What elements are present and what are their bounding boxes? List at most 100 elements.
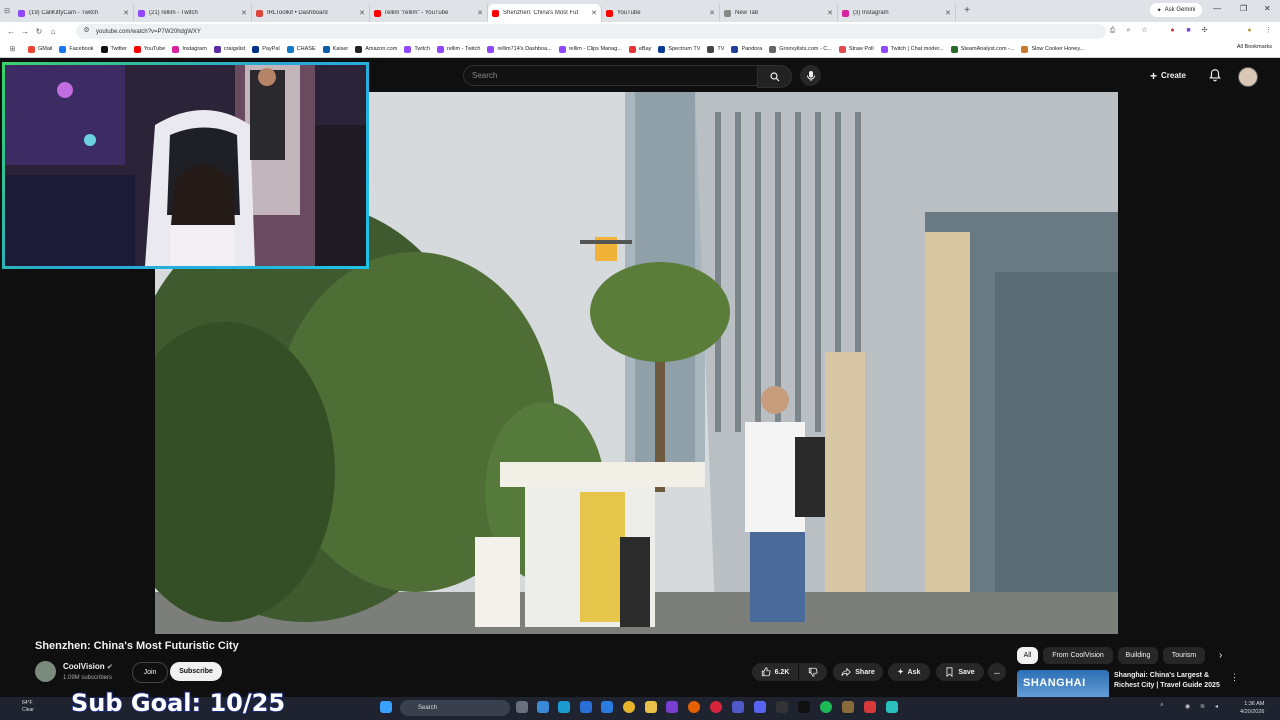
- widgets-icon[interactable]: [537, 701, 549, 713]
- tab-close-icon[interactable]: ✕: [477, 9, 483, 17]
- browser-tab[interactable]: (3) Instagram ✕: [838, 4, 956, 22]
- all-bookmarks-link[interactable]: All Bookmarks: [1237, 44, 1272, 50]
- tab-close-icon[interactable]: ✕: [827, 9, 833, 17]
- opera-icon[interactable]: [710, 701, 722, 713]
- extension-icon[interactable]: ●: [1168, 26, 1177, 35]
- bookmark-item[interactable]: CHASE: [286, 45, 316, 53]
- teams-icon[interactable]: [732, 701, 744, 713]
- site-info-icon[interactable]: ⚙: [82, 26, 91, 35]
- store-icon[interactable]: [580, 701, 592, 713]
- restore-icon[interactable]: ❐: [1240, 4, 1247, 13]
- bookmark-item[interactable]: Amazon.com: [355, 45, 397, 53]
- windows-start-icon[interactable]: [380, 701, 392, 713]
- bell-icon[interactable]: [1208, 68, 1222, 82]
- bookmark-item[interactable]: Instagram: [172, 45, 207, 53]
- browser-tab[interactable]: New Tab ✕: [720, 4, 838, 22]
- tab-close-icon[interactable]: ✕: [241, 9, 247, 17]
- chevron-up-icon[interactable]: ˄: [1160, 703, 1168, 711]
- browser-tab[interactable]: (19) CaliKittyCam - Twitch ✕: [14, 4, 134, 22]
- mail-icon[interactable]: [601, 701, 613, 713]
- close-window-icon[interactable]: ✕: [1264, 4, 1271, 13]
- network-icon[interactable]: ◉: [1185, 703, 1193, 711]
- tab-close-icon[interactable]: ✕: [709, 9, 715, 17]
- share-button[interactable]: Share: [833, 663, 883, 681]
- chip-all[interactable]: All: [1017, 647, 1038, 664]
- dislike-button[interactable]: [799, 663, 827, 681]
- minimize-icon[interactable]: —: [1213, 4, 1221, 13]
- channel-avatar[interactable]: [35, 661, 56, 682]
- search-input[interactable]: Search: [463, 65, 758, 86]
- tab-search-icon[interactable]: ⊟: [0, 7, 14, 15]
- reload-icon[interactable]: ↻: [32, 27, 46, 36]
- edge-icon[interactable]: [558, 701, 570, 713]
- puzzle-icon[interactable]: ✣: [1200, 26, 1209, 35]
- chip-building[interactable]: Building: [1118, 647, 1158, 664]
- system-clock[interactable]: 1:36 AM 4/20/2026: [1240, 700, 1264, 716]
- bookmark-item[interactable]: eBay: [628, 45, 651, 53]
- bookmark-item[interactable]: Straw Poll: [838, 45, 874, 53]
- app-icon[interactable]: [886, 701, 898, 713]
- join-button[interactable]: Join: [132, 662, 168, 683]
- create-button[interactable]: + Create: [1150, 67, 1186, 84]
- bookmark-item[interactable]: Slow Cooker Honey...: [1021, 45, 1084, 53]
- profile-icon[interactable]: ●: [1245, 26, 1254, 35]
- address-bar[interactable]: youtube.com/watch?v=P7W20hdgWXY: [76, 24, 1106, 39]
- browser-tab[interactable]: (21) rellim - Twitch ✕: [134, 4, 252, 22]
- browser-tab[interactable]: Shenzhen: China's Most Fut ✕: [488, 4, 602, 22]
- wifi-icon[interactable]: ≋: [1200, 703, 1208, 711]
- task-view-icon[interactable]: [516, 701, 528, 713]
- spotify-icon[interactable]: [820, 701, 832, 713]
- bookmark-item[interactable]: Groovylists.com - C...: [769, 45, 832, 53]
- more-actions-button[interactable]: ...: [988, 663, 1006, 681]
- bookmark-item[interactable]: Kaiser: [322, 45, 348, 53]
- discord-icon[interactable]: [754, 701, 766, 713]
- voice-search-button[interactable]: [800, 65, 821, 86]
- save-button[interactable]: Save: [936, 663, 984, 681]
- subscribe-button[interactable]: Subscribe: [170, 662, 222, 681]
- browser-tab[interactable]: IRLToolkit • Dashboard ✕: [252, 4, 370, 22]
- search-button[interactable]: [757, 65, 792, 88]
- browser-tab[interactable]: YouTube ✕: [602, 4, 720, 22]
- bookmark-item[interactable]: craigslist: [213, 45, 245, 53]
- file-explorer-icon[interactable]: [645, 701, 657, 713]
- recommended-video-title[interactable]: Shanghai: China's Largest & Richest City…: [1114, 671, 1229, 691]
- ask-gemini-button[interactable]: ✦ Ask Gemini: [1150, 3, 1202, 17]
- tab-close-icon[interactable]: ✕: [591, 9, 597, 17]
- install-icon[interactable]: ⎙: [1108, 26, 1117, 35]
- bookmark-item[interactable]: YouTube: [133, 45, 165, 53]
- taskbar-search[interactable]: Search: [400, 700, 510, 716]
- bookmark-item[interactable]: PayPal: [252, 45, 280, 53]
- chrome-icon[interactable]: [623, 701, 635, 713]
- app-icon[interactable]: [842, 701, 854, 713]
- app-icon[interactable]: [864, 701, 876, 713]
- chip-tourism[interactable]: Tourism: [1163, 647, 1205, 664]
- bookmark-item[interactable]: Twitter: [100, 45, 127, 53]
- account-avatar[interactable]: [1238, 67, 1258, 87]
- tiktok-icon[interactable]: [798, 701, 810, 713]
- firefox-icon[interactable]: [688, 701, 700, 713]
- bookmark-item[interactable]: Spectrum TV: [658, 45, 700, 53]
- home-icon[interactable]: ⌂: [46, 27, 60, 36]
- bookmark-item[interactable]: TV: [707, 45, 724, 53]
- tab-close-icon[interactable]: ✕: [945, 9, 951, 17]
- volume-icon[interactable]: ◂: [1215, 703, 1223, 711]
- apps-icon[interactable]: ⊞: [8, 45, 17, 54]
- star-icon[interactable]: ☆: [1140, 26, 1149, 35]
- extension-icon[interactable]: ■: [1184, 26, 1193, 35]
- new-tab-button[interactable]: +: [960, 4, 974, 18]
- browser-tab[interactable]: rellim "rellim" - YouTube ✕: [370, 4, 488, 22]
- weather-widget[interactable]: 64°F Clear: [10, 700, 34, 714]
- bookmark-item[interactable]: Pandora: [731, 45, 762, 53]
- forward-icon[interactable]: →: [18, 27, 32, 36]
- zoom-icon[interactable]: ⌕: [1124, 26, 1133, 35]
- recommended-video-thumbnail[interactable]: SHANGHAI: [1017, 670, 1109, 700]
- like-button[interactable]: 6.2K: [752, 663, 798, 681]
- bookmark-item[interactable]: Facebook: [59, 45, 94, 53]
- tab-close-icon[interactable]: ✕: [123, 9, 129, 17]
- ask-button[interactable]: ✦ Ask: [888, 663, 930, 681]
- bookmark-item[interactable]: SteamAnalyst.com -...: [950, 45, 1014, 53]
- bookmark-item[interactable]: rellim - Clips Manag...: [558, 45, 622, 53]
- bookmark-item[interactable]: rellim - Twitch: [436, 45, 480, 53]
- bookmark-item[interactable]: Twitch | Chat moder...: [880, 45, 944, 53]
- menu-icon[interactable]: ⋮: [1264, 26, 1273, 35]
